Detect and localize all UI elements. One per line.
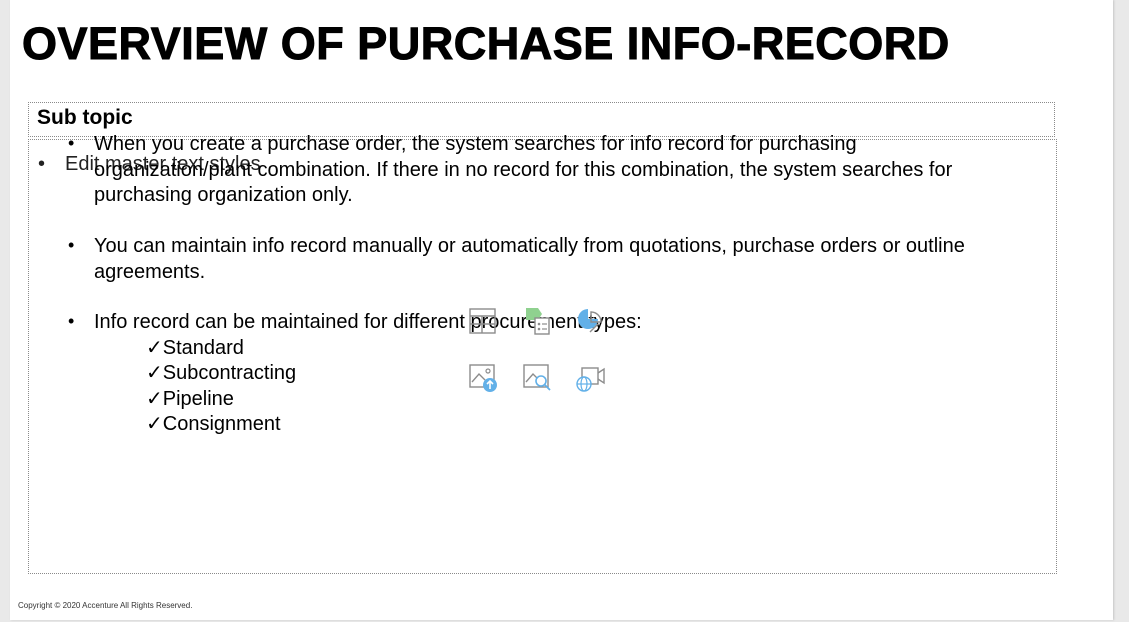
- content-insert-icons: [468, 306, 618, 398]
- bullet-text: You can maintain info record manually or…: [94, 235, 965, 283]
- bullet-marker: •: [68, 133, 75, 153]
- bullet-item: • You can maintain info record manually …: [68, 234, 1014, 285]
- insert-chart-icon[interactable]: [576, 306, 606, 336]
- slide-title[interactable]: OVERVIEW OF PURCHASE INFO-RECORD: [22, 18, 950, 70]
- search-picture-icon[interactable]: [522, 362, 552, 392]
- sub-item-consignment: ✓Consignment: [146, 413, 281, 435]
- bullet-marker: •: [68, 235, 75, 255]
- sub-item-standard: ✓Standard: [146, 337, 244, 359]
- upload-picture-icon[interactable]: [468, 362, 498, 392]
- online-video-icon[interactable]: [576, 362, 606, 392]
- sub-item-subcontracting: ✓Subcontracting: [146, 362, 297, 384]
- bullet-marker: •: [68, 311, 75, 331]
- sub-item-pipeline: ✓Pipeline: [146, 388, 234, 410]
- subtopic-text: Sub topic: [37, 106, 133, 129]
- insert-smartart-icon[interactable]: [522, 306, 552, 336]
- bullet-marker: •: [38, 153, 46, 175]
- slide: OVERVIEW OF PURCHASE INFO-RECORD Sub top…: [10, 0, 1113, 620]
- bullet-item: • When you create a purchase order, the …: [68, 132, 1014, 209]
- insert-table-icon[interactable]: [468, 306, 498, 336]
- copyright-footer: Copyright © 2020 Accenture All Rights Re…: [18, 601, 193, 610]
- bullet-text: When you create a purchase order, the sy…: [94, 133, 953, 206]
